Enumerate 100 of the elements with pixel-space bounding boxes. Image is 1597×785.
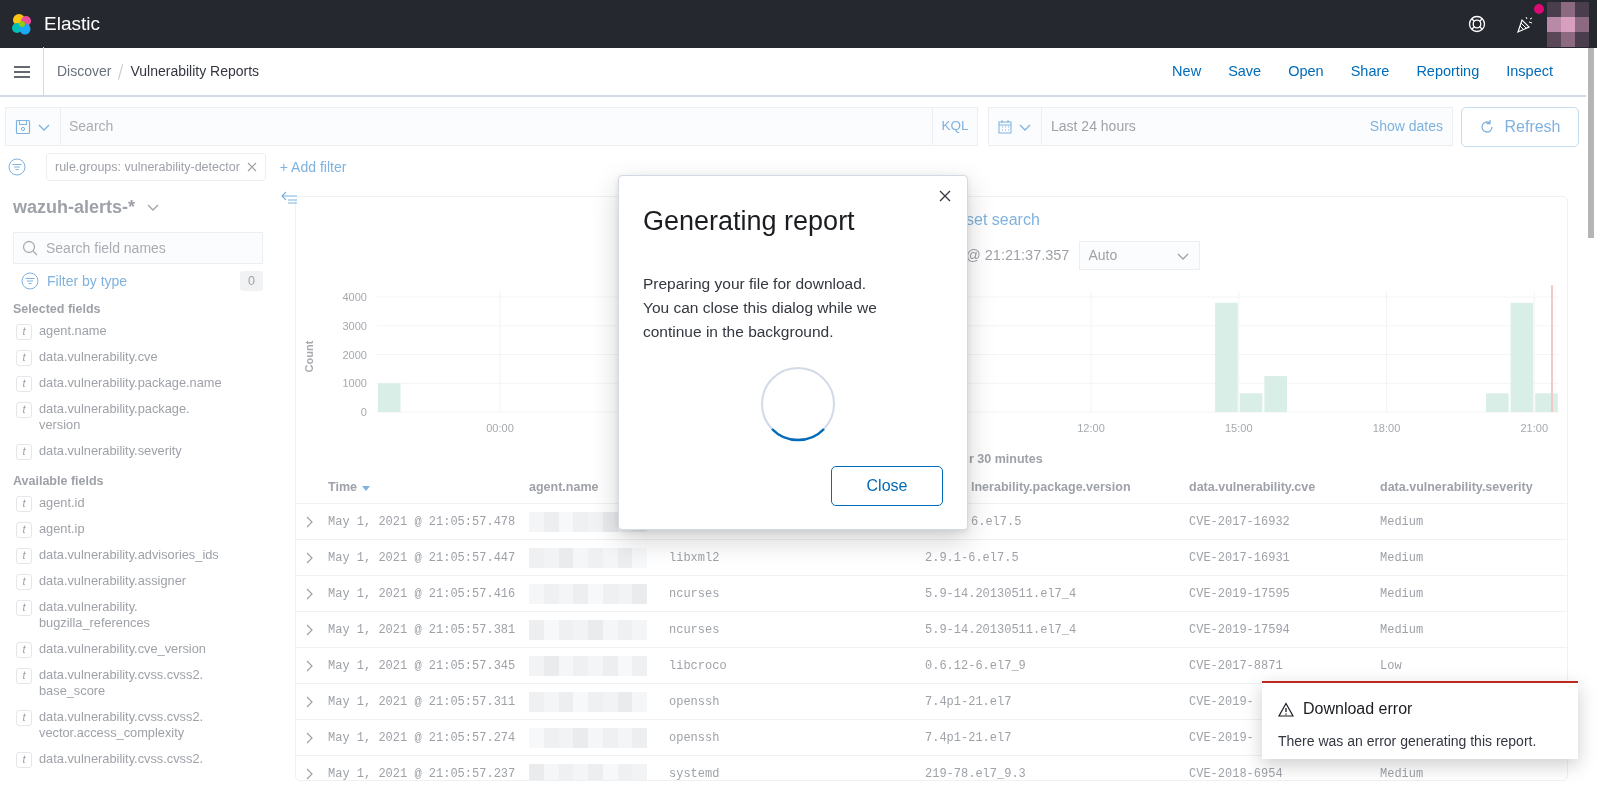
field-name[interactable]: agent.ip <box>39 520 85 537</box>
field-name[interactable]: data.vulnerability.cve_version <box>39 640 206 657</box>
chevron-right-icon[interactable] <box>304 767 314 780</box>
field-name[interactable]: data.vulnerability.advisories_ids <box>39 546 219 563</box>
table-cell: May 1, 2021 @ 21:05:57.345 <box>328 658 516 673</box>
saved-query-button[interactable] <box>5 107 61 146</box>
field-type-token: t <box>16 495 32 512</box>
field-type-token: t <box>16 599 32 616</box>
table-cell: 219-78.el7_9.3 <box>925 766 1026 780</box>
show-dates-link[interactable]: Show dates <box>1369 116 1443 137</box>
table-cell: CVE-2019-17594 <box>1189 622 1290 637</box>
table-cell: openssh <box>669 730 720 745</box>
table-cell: May 1, 2021 @ 21:05:57.381 <box>328 622 516 637</box>
collapse-icon[interactable] <box>280 190 298 204</box>
field-name[interactable]: data.vulnerability.cvss.cvss2.base_score <box>39 666 227 700</box>
axis-label: 1000 <box>342 377 367 390</box>
table-cell: systemd <box>669 766 720 780</box>
section-heading: Selected fields <box>13 301 102 318</box>
search-field[interactable]: Search <box>61 107 933 146</box>
warning-icon <box>1278 701 1294 717</box>
field-name[interactable]: data.vulnerability.bugzilla_references <box>39 598 227 632</box>
field-type-token: t <box>16 547 32 564</box>
column-header[interactable]: data.vulnerability.cve <box>1189 478 1316 497</box>
scrollbar-thumb[interactable] <box>1588 48 1594 238</box>
close-icon <box>939 190 951 202</box>
index-pattern-selector[interactable]: wazuh-alerts-* <box>13 193 136 221</box>
axis-label: 15:00 <box>1225 422 1253 434</box>
add-filter-button[interactable]: + Add filter <box>279 156 347 178</box>
field-search-input[interactable]: Search field names <box>46 237 246 259</box>
column-header[interactable]: agent.name <box>529 478 599 497</box>
close-button[interactable] <box>937 188 953 204</box>
nav-link[interactable]: Inspect <box>1506 60 1553 83</box>
axis-label: 3000 <box>342 319 367 332</box>
table-cell: Medium <box>1380 550 1424 565</box>
field-name[interactable]: data.vulnerability.cve <box>39 348 158 365</box>
filter-icon[interactable] <box>8 158 26 176</box>
chevron-right-icon[interactable] <box>304 731 314 744</box>
table-cell: CVE-2017-8871 <box>1189 658 1283 673</box>
table-cell: CVE-2017-16931 <box>1189 550 1290 565</box>
nav-link[interactable]: Open <box>1288 60 1324 83</box>
axis-title: Count <box>303 340 315 373</box>
close-button[interactable]: Close <box>831 466 943 506</box>
field-name[interactable]: data.vulnerability.cvss.cvss2. <box>39 750 204 767</box>
nav-link[interactable]: New <box>1172 60 1202 83</box>
field-name[interactable]: data.vulnerability.assigner <box>39 572 187 589</box>
chevron-right-icon[interactable] <box>304 659 314 672</box>
table-cell: May 1, 2021 @ 21:05:57.274 <box>328 730 516 745</box>
table-cell: 2.9.1-6.el7.5 <box>925 550 1019 565</box>
field-name[interactable]: data.vulnerability.severity <box>39 442 182 459</box>
chevron-right-icon[interactable] <box>304 551 314 564</box>
field-name[interactable]: data.vulnerability.package.version <box>39 400 227 434</box>
table-cell: Low <box>1380 658 1402 673</box>
sort-icon[interactable] <box>360 483 371 492</box>
chevron-right-icon[interactable] <box>304 623 314 636</box>
logo-icon[interactable] <box>10 12 34 36</box>
breadcrumb-current: Vulnerability Reports <box>130 62 260 81</box>
interval-select[interactable]: Auto <box>1079 241 1201 270</box>
menu-icon[interactable] <box>12 63 31 80</box>
filter-by-type-button[interactable]: Filter by type <box>47 270 128 292</box>
nav-link[interactable]: Reporting <box>1416 60 1480 83</box>
chevron-right-icon[interactable] <box>304 695 314 708</box>
search-icon <box>22 240 38 256</box>
table-cell: 7.4p1-21.el7 <box>925 694 1012 709</box>
close-icon[interactable] <box>246 162 257 172</box>
field-search-field[interactable]: Search field names <box>13 232 263 264</box>
refresh-button[interactable]: Refresh <box>1461 106 1579 147</box>
quick-menu-button[interactable] <box>988 107 1042 146</box>
section-heading: Available fields <box>13 473 105 490</box>
calendar-icon <box>997 118 1013 135</box>
nav-link[interactable]: Save <box>1228 60 1262 83</box>
chevron-right-icon[interactable] <box>304 515 314 528</box>
field-type-token: t <box>16 641 32 658</box>
table-cell: 0.6.12-6.el7_9 <box>925 658 1026 673</box>
filter-pill[interactable]: rule.groups: vulnerability-detector <box>46 153 266 181</box>
axis-label: 0 <box>360 406 367 418</box>
field-type-token: t <box>16 401 32 418</box>
table-cell: May 1, 2021 @ 21:05:57.447 <box>328 550 516 565</box>
table-cell: CVE-2019-17595 <box>1189 586 1290 601</box>
column-header[interactable]: data.vulnerability.severity <box>1380 478 1533 497</box>
field-name[interactable]: data.vulnerability.cvss.cvss2.vector.access_complexity <box>39 708 227 742</box>
table-cell: 5.9-14.20130511.el7_4 <box>925 586 1077 601</box>
language-button[interactable]: KQL <box>933 107 978 146</box>
table-cell: openssh <box>669 694 720 709</box>
field-type-token: t <box>16 375 32 392</box>
nav-link[interactable]: Share <box>1350 60 1390 83</box>
field-name[interactable]: agent.name <box>39 322 107 339</box>
axis-label: 21:00 <box>1520 422 1548 434</box>
field-name[interactable]: agent.id <box>39 494 85 511</box>
column-header[interactable]: Time <box>328 478 357 497</box>
table-cell: libxml2 <box>669 550 720 565</box>
help-icon[interactable] <box>1467 14 1487 34</box>
field-name[interactable]: data.vulnerability.package.name <box>39 374 222 391</box>
brand-name: Elastic <box>44 11 100 36</box>
avatar[interactable] <box>1547 1 1589 47</box>
breadcrumb-link[interactable]: Discover <box>57 61 112 82</box>
party-popper-icon[interactable] <box>1515 14 1535 34</box>
chevron-right-icon[interactable] <box>304 587 314 600</box>
chart-bar[interactable] <box>1535 393 1558 412</box>
field-type-token: t <box>16 349 32 366</box>
column-header[interactable]: lnerability.package.version <box>971 478 1131 497</box>
